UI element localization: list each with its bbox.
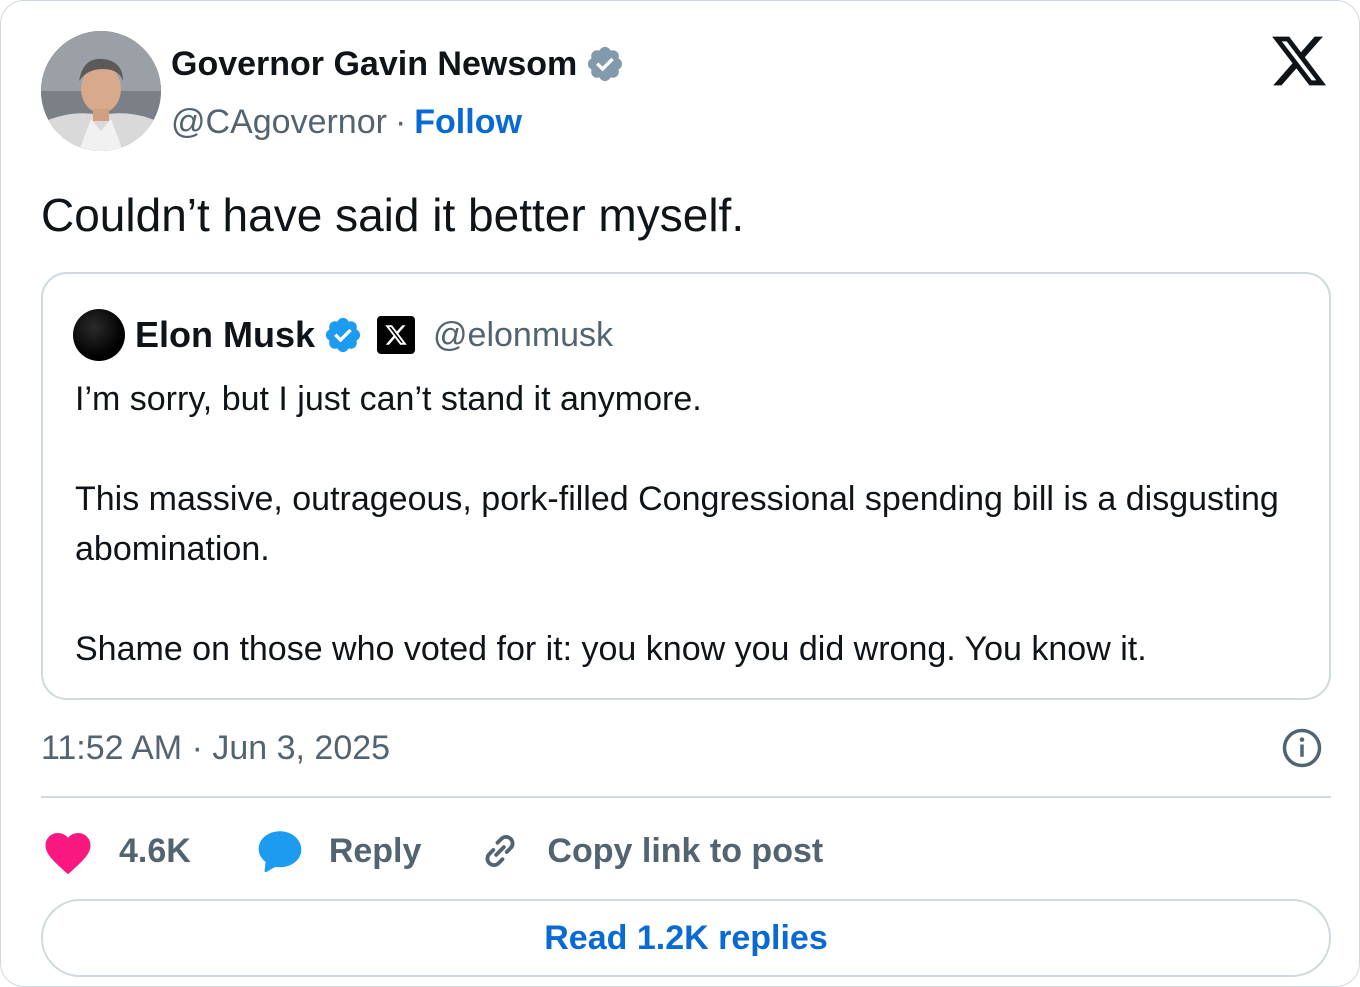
follow-button[interactable]: Follow — [414, 101, 522, 143]
x-logo-icon[interactable] — [1269, 31, 1329, 91]
post-timestamp[interactable]: 11:52 AM · Jun 3, 2025 — [41, 725, 390, 771]
divider — [41, 796, 1331, 798]
author-handle[interactable]: @CAgovernor — [171, 101, 387, 143]
quoted-paragraph: This massive, outrageous, pork-filled Co… — [75, 480, 1279, 568]
author-name[interactable]: Governor Gavin Newsom — [171, 43, 577, 85]
info-icon[interactable] — [1281, 727, 1323, 769]
quoted-author-name: Elon Musk — [135, 314, 316, 355]
copy-link-label: Copy link to post — [547, 831, 824, 870]
reply-label: Reply — [328, 831, 422, 870]
quoted-author-handle: @elonmusk — [433, 315, 614, 354]
quoted-paragraph: Shame on those who voted for it: you kno… — [75, 630, 1147, 668]
quoted-post[interactable]: Elon Musk @elonmusk I’m sorry, but I jus… — [41, 272, 1331, 700]
author-handle-row: @CAgovernor · Follow — [171, 101, 522, 143]
post-text: Couldn’t have said it better myself. — [41, 189, 745, 241]
separator-dot: · — [394, 103, 407, 141]
x-affiliate-badge-icon — [377, 316, 416, 354]
quoted-post-body: I’m sorry, but I just can’t stand it any… — [75, 374, 1305, 674]
embedded-post-card: Governor Gavin Newsom @CAgovernor · Foll… — [0, 0, 1360, 987]
quoted-paragraph: I’m sorry, but I just can’t stand it any… — [75, 380, 702, 418]
reply-button[interactable]: Reply — [255, 826, 422, 876]
author-name-row: Governor Gavin Newsom — [171, 43, 625, 85]
read-replies-button[interactable]: Read 1.2K replies — [41, 899, 1331, 977]
speech-bubble-icon — [258, 831, 302, 873]
quoted-author-avatar — [73, 309, 125, 361]
post-header: Governor Gavin Newsom @CAgovernor · Foll… — [41, 31, 1329, 151]
like-button[interactable]: 4.6K — [41, 826, 191, 876]
verified-badge-icon — [325, 317, 361, 353]
author-avatar[interactable] — [41, 31, 161, 151]
quoted-post-header: Elon Musk @elonmusk — [73, 309, 614, 361]
copy-link-button[interactable]: Copy link to post — [477, 828, 823, 874]
like-count: 4.6K — [119, 831, 191, 870]
heart-icon — [45, 833, 91, 875]
action-bar: 4.6K Reply Copy link to post — [41, 821, 823, 881]
verified-badge-icon — [588, 46, 623, 82]
link-icon — [485, 835, 515, 867]
